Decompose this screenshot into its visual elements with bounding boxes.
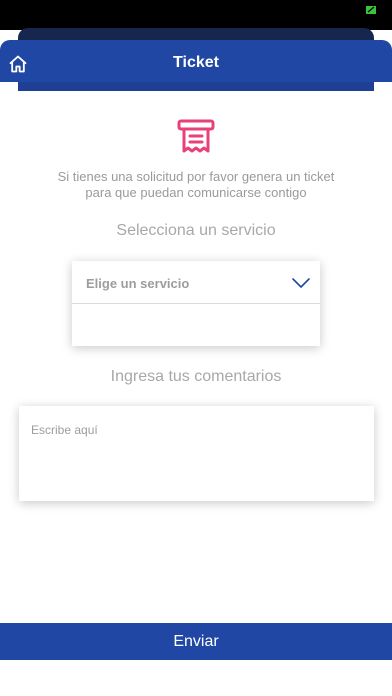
service-select-card: Elige un servicio (72, 261, 320, 346)
nav-bar-edge (18, 82, 374, 91)
service-select-value: Elige un servicio (86, 276, 190, 291)
navigation-bar: Ticket (0, 40, 392, 82)
chevron-down-icon[interactable] (292, 277, 310, 289)
status-bar (0, 0, 392, 30)
comments-textarea[interactable]: Escribe aquí (19, 406, 374, 501)
submit-button[interactable]: Enviar (0, 623, 392, 660)
intro-text: Si tienes una solicitud por favor genera… (30, 169, 362, 201)
bottom-safe-area (0, 660, 392, 696)
intro-line-1: Si tienes una solicitud por favor genera… (57, 169, 335, 184)
service-section-label: Selecciona un servicio (116, 222, 276, 239)
battery-icon (366, 6, 376, 14)
comments-placeholder: Escribe aquí (31, 423, 98, 437)
ticket-icon (177, 119, 215, 153)
intro-line-2: para que puedan comunicarse contigo (85, 185, 307, 200)
main-content: Si tienes una solicitud por favor genera… (0, 91, 392, 623)
comments-section-label: Ingresa tus comentarios (110, 368, 282, 385)
page-title: Ticket (173, 54, 219, 71)
service-select[interactable]: Elige un servicio (72, 261, 320, 304)
